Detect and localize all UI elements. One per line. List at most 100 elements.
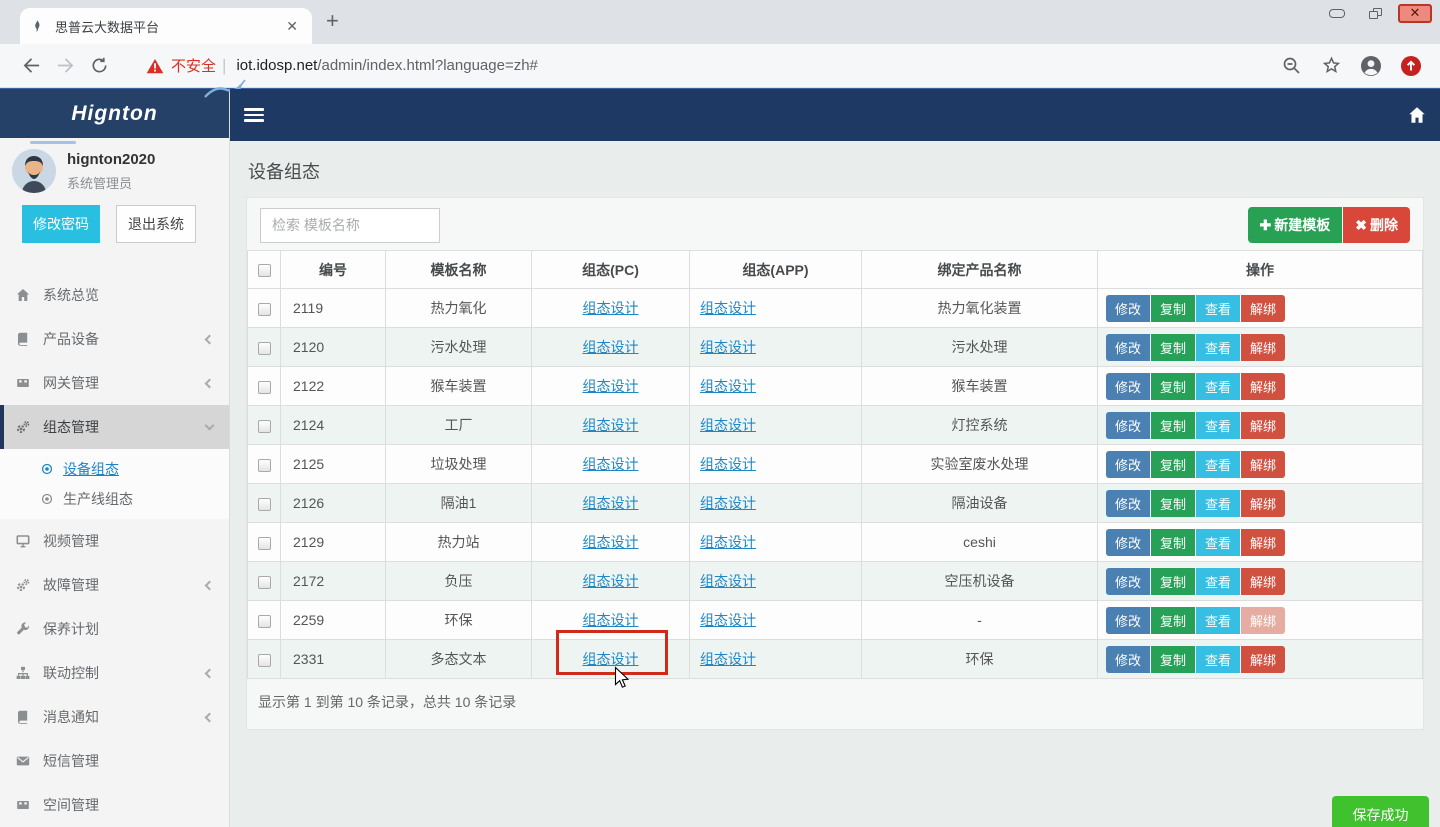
view-button[interactable]: 查看 xyxy=(1196,451,1240,478)
view-button[interactable]: 查看 xyxy=(1196,295,1240,322)
view-button[interactable]: 查看 xyxy=(1196,568,1240,595)
view-button[interactable]: 查看 xyxy=(1196,607,1240,634)
copy-button[interactable]: 复制 xyxy=(1151,607,1195,634)
app-config-link[interactable]: 组态设计 xyxy=(700,573,756,589)
change-password-button[interactable]: 修改密码 xyxy=(22,205,100,243)
app-config-link[interactable]: 组态设计 xyxy=(700,612,756,628)
logout-button[interactable]: 退出系统 xyxy=(116,205,196,243)
submenu-item-1[interactable]: 生产线组态 xyxy=(0,484,229,514)
sidebar-item-10[interactable]: 空间管理 xyxy=(0,783,229,827)
modify-button[interactable]: 修改 xyxy=(1106,646,1150,673)
bookmark-star-icon[interactable] xyxy=(1316,51,1346,81)
row-checkbox[interactable] xyxy=(258,342,271,355)
unbind-button[interactable]: 解绑 xyxy=(1241,412,1285,439)
pc-config-link[interactable]: 组态设计 xyxy=(583,417,639,433)
copy-button[interactable]: 复制 xyxy=(1151,334,1195,361)
pc-config-link[interactable]: 组态设计 xyxy=(583,534,639,550)
hamburger-menu-icon[interactable] xyxy=(244,105,264,125)
app-config-link[interactable]: 组态设计 xyxy=(700,495,756,511)
sidebar-item-7[interactable]: 联动控制 xyxy=(0,651,229,695)
app-config-link[interactable]: 组态设计 xyxy=(700,651,756,667)
sidebar-item-6[interactable]: 保养计划 xyxy=(0,607,229,651)
window-restore-button[interactable] xyxy=(1360,3,1390,23)
copy-button[interactable]: 复制 xyxy=(1151,646,1195,673)
copy-button[interactable]: 复制 xyxy=(1151,451,1195,478)
pc-config-link[interactable]: 组态设计 xyxy=(583,456,639,472)
profile-avatar-icon[interactable] xyxy=(1356,51,1386,81)
forward-icon[interactable] xyxy=(48,51,82,81)
pc-config-link[interactable]: 组态设计 xyxy=(583,573,639,589)
site-security-indicator[interactable]: 不安全 xyxy=(146,55,216,76)
view-button[interactable]: 查看 xyxy=(1196,529,1240,556)
copy-button[interactable]: 复制 xyxy=(1151,490,1195,517)
unbind-button[interactable]: 解绑 xyxy=(1241,529,1285,556)
sidebar-item-0[interactable]: 系统总览 xyxy=(0,273,229,317)
app-config-link[interactable]: 组态设计 xyxy=(700,339,756,355)
back-icon[interactable] xyxy=(14,51,48,81)
sidebar-item-1[interactable]: 产品设备 xyxy=(0,317,229,361)
sidebar-item-8[interactable]: 消息通知 xyxy=(0,695,229,739)
zoom-out-icon[interactable] xyxy=(1276,51,1306,81)
modify-button[interactable]: 修改 xyxy=(1106,373,1150,400)
app-config-link[interactable]: 组态设计 xyxy=(700,300,756,316)
copy-button[interactable]: 复制 xyxy=(1151,568,1195,595)
row-checkbox[interactable] xyxy=(258,459,271,472)
row-checkbox[interactable] xyxy=(258,498,271,511)
row-checkbox[interactable] xyxy=(258,654,271,667)
modify-button[interactable]: 修改 xyxy=(1106,295,1150,322)
app-config-link[interactable]: 组态设计 xyxy=(700,534,756,550)
sidebar-item-4[interactable]: 视频管理 xyxy=(0,519,229,563)
modify-button[interactable]: 修改 xyxy=(1106,451,1150,478)
row-checkbox[interactable] xyxy=(258,420,271,433)
row-checkbox[interactable] xyxy=(258,303,271,316)
view-button[interactable]: 查看 xyxy=(1196,334,1240,361)
view-button[interactable]: 查看 xyxy=(1196,490,1240,517)
window-close-button[interactable]: ✕ xyxy=(1398,4,1432,23)
view-button[interactable]: 查看 xyxy=(1196,646,1240,673)
modify-button[interactable]: 修改 xyxy=(1106,607,1150,634)
create-template-button[interactable]: ✚新建模板 xyxy=(1248,207,1343,243)
view-button[interactable]: 查看 xyxy=(1196,373,1240,400)
pc-config-link[interactable]: 组态设计 xyxy=(583,612,639,628)
unbind-button[interactable]: 解绑 xyxy=(1241,295,1285,322)
modify-button[interactable]: 修改 xyxy=(1106,334,1150,361)
modify-button[interactable]: 修改 xyxy=(1106,490,1150,517)
browser-tab[interactable]: 思普云大数据平台 ✕ xyxy=(20,8,312,44)
sidebar-item-5[interactable]: 故障管理 xyxy=(0,563,229,607)
unbind-button[interactable]: 解绑 xyxy=(1241,490,1285,517)
row-checkbox[interactable] xyxy=(258,381,271,394)
copy-button[interactable]: 复制 xyxy=(1151,529,1195,556)
home-icon[interactable] xyxy=(1408,106,1426,124)
pc-config-link[interactable]: 组态设计 xyxy=(583,651,639,667)
search-input[interactable] xyxy=(260,208,440,243)
copy-button[interactable]: 复制 xyxy=(1151,295,1195,322)
select-all-checkbox[interactable] xyxy=(258,264,271,277)
app-config-link[interactable]: 组态设计 xyxy=(700,456,756,472)
sidebar-item-9[interactable]: 短信管理 xyxy=(0,739,229,783)
user-avatar[interactable] xyxy=(12,149,56,193)
reload-icon[interactable] xyxy=(82,51,116,81)
app-config-link[interactable]: 组态设计 xyxy=(700,417,756,433)
submenu-item-0[interactable]: 设备组态 xyxy=(0,454,229,484)
row-checkbox[interactable] xyxy=(258,615,271,628)
unbind-button[interactable]: 解绑 xyxy=(1241,334,1285,361)
unbind-button[interactable]: 解绑 xyxy=(1241,607,1285,634)
modify-button[interactable]: 修改 xyxy=(1106,412,1150,439)
browser-update-icon[interactable] xyxy=(1396,51,1426,81)
app-config-link[interactable]: 组态设计 xyxy=(700,378,756,394)
unbind-button[interactable]: 解绑 xyxy=(1241,451,1285,478)
unbind-button[interactable]: 解绑 xyxy=(1241,646,1285,673)
copy-button[interactable]: 复制 xyxy=(1151,412,1195,439)
address-bar[interactable]: iot.idosp.net/admin/index.html?language=… xyxy=(236,57,537,74)
unbind-button[interactable]: 解绑 xyxy=(1241,568,1285,595)
modify-button[interactable]: 修改 xyxy=(1106,529,1150,556)
sidebar-item-2[interactable]: 网关管理 xyxy=(0,361,229,405)
modify-button[interactable]: 修改 xyxy=(1106,568,1150,595)
row-checkbox[interactable] xyxy=(258,537,271,550)
pc-config-link[interactable]: 组态设计 xyxy=(583,339,639,355)
window-minimize-button[interactable] xyxy=(1322,3,1352,23)
sidebar-item-3[interactable]: 组态管理 xyxy=(0,405,229,449)
tab-close-icon[interactable]: ✕ xyxy=(282,16,302,37)
new-tab-button[interactable]: + xyxy=(326,10,339,32)
pc-config-link[interactable]: 组态设计 xyxy=(583,378,639,394)
